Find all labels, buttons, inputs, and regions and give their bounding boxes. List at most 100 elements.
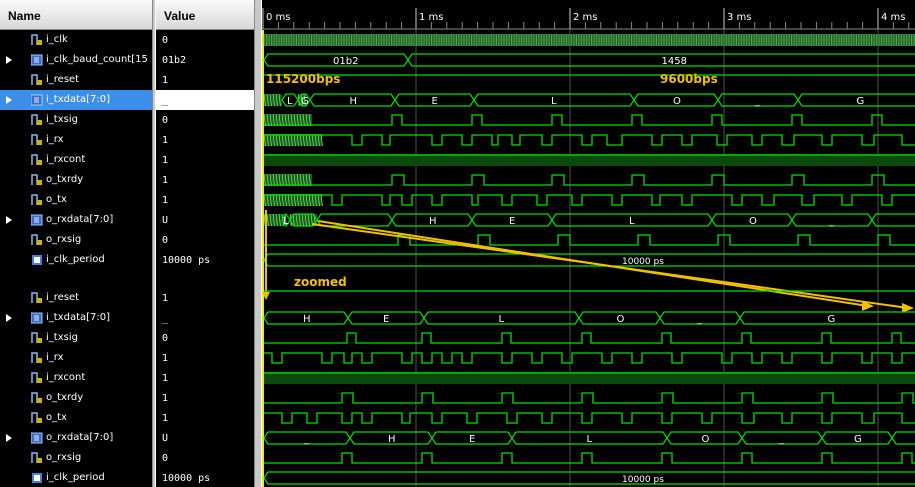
signal-row[interactable]: i_txsig bbox=[0, 328, 152, 348]
signal-row[interactable]: o_tx bbox=[0, 408, 152, 428]
pane-splitter[interactable] bbox=[254, 0, 262, 487]
signal-serial-wave bbox=[264, 352, 915, 364]
tick-label: 3 ms bbox=[727, 12, 752, 23]
signal-row[interactable]: i_reset bbox=[0, 70, 152, 90]
signal-pulse-train bbox=[264, 234, 915, 246]
bus-value-label: E bbox=[469, 434, 475, 445]
bit-signal-icon bbox=[31, 114, 42, 126]
signal-serial-wave bbox=[264, 134, 915, 146]
signal-row[interactable]: o_txrdy bbox=[0, 170, 152, 190]
bus-segment bbox=[891, 431, 915, 445]
signal-value: 1 bbox=[162, 135, 169, 146]
signal-name: i_clk_period bbox=[46, 472, 105, 483]
bit-signal-icon bbox=[31, 392, 42, 404]
signal-row[interactable]: i_rx bbox=[0, 348, 152, 368]
bus-segment bbox=[263, 253, 915, 267]
bus-value-label: E bbox=[432, 96, 438, 107]
signal-value: 10000 ps bbox=[162, 255, 211, 266]
signal-value: 0 bbox=[162, 453, 169, 464]
signal-row[interactable]: i_clk_baud_count[15 bbox=[0, 50, 152, 70]
signal-pulse-train bbox=[264, 332, 915, 344]
signal-name: i_clk bbox=[46, 34, 68, 45]
bus-value-label: _ bbox=[754, 96, 761, 107]
waveform-canvas[interactable]: 0 ms 1 ms 2 ms 3 ms 4 ms 01b2 1458 115200bps 960… bbox=[262, 0, 915, 487]
expand-arrow-icon[interactable] bbox=[6, 314, 12, 322]
signal-row[interactable]: i_txsig bbox=[0, 110, 152, 130]
bus-signal-icon bbox=[30, 94, 43, 106]
signal-name: i_reset bbox=[46, 292, 80, 303]
signal-row[interactable]: i_rxcont bbox=[0, 150, 152, 170]
bus-value-label: O bbox=[702, 434, 710, 445]
signal-pulse-train bbox=[264, 452, 915, 464]
signal-row[interactable]: i_reset bbox=[0, 288, 152, 308]
bus-value-label: L bbox=[283, 216, 289, 227]
signal-value: 1 bbox=[162, 373, 169, 384]
bus-value-label: G bbox=[301, 96, 309, 107]
expand-arrow-icon[interactable] bbox=[6, 216, 12, 224]
bus-value-label: H bbox=[429, 216, 437, 227]
signal-row[interactable]: o_rxsig bbox=[0, 230, 152, 250]
bus-signal-icon bbox=[30, 312, 43, 324]
signal-name: o_rxsig bbox=[46, 452, 82, 463]
signal-pulse-train bbox=[264, 392, 915, 404]
signal-value: 1 bbox=[162, 75, 169, 86]
bit-signal-icon bbox=[31, 34, 42, 46]
signal-pulse-train bbox=[264, 174, 915, 186]
bus-value-label: E bbox=[383, 314, 389, 325]
signal-name: i_txdata[7:0] bbox=[46, 94, 111, 105]
signal-value: 0 bbox=[162, 333, 169, 344]
tick-label: 1 ms bbox=[419, 12, 444, 23]
signal-row[interactable]: i_clk bbox=[0, 30, 152, 50]
signal-row[interactable]: i_txdata[7:0] bbox=[0, 308, 152, 328]
signal-name: i_rxcont bbox=[46, 154, 86, 165]
signal-name: o_rxsig bbox=[46, 234, 82, 245]
signal-value: 01b2 bbox=[162, 55, 187, 66]
waveform-viewer: { "headers": {"name": "Name", "value": "… bbox=[0, 0, 915, 487]
rxcont-band-bottom bbox=[264, 372, 915, 384]
signal-name: i_rx bbox=[46, 134, 64, 145]
signal-value: 1 bbox=[162, 195, 169, 206]
signal-value: 1 bbox=[162, 155, 169, 166]
expand-arrow-icon[interactable] bbox=[6, 56, 12, 64]
bit-signal-icon bbox=[31, 194, 42, 206]
signal-row[interactable]: i_clk_period bbox=[0, 250, 152, 270]
signal-row[interactable]: o_rxdata[7:0] bbox=[0, 210, 152, 230]
signal-value: 1 bbox=[162, 413, 169, 424]
bit-signal-icon bbox=[31, 154, 42, 166]
signal-value: 1 bbox=[162, 353, 169, 364]
signal-row[interactable]: i_txdata[7:0] bbox=[0, 90, 152, 110]
expand-arrow-icon[interactable] bbox=[6, 96, 12, 104]
bus-value-label: O bbox=[749, 216, 757, 227]
value-column-header[interactable]: Value bbox=[156, 0, 254, 30]
signal-row[interactable]: i_clk_period bbox=[0, 468, 152, 487]
signal-value: 1 bbox=[162, 175, 169, 186]
bit-signal-icon bbox=[31, 332, 42, 344]
bus-value-label: _ bbox=[778, 434, 785, 445]
signal-name: i_txsig bbox=[46, 114, 78, 125]
signal-row[interactable]: o_rxsig bbox=[0, 448, 152, 468]
signal-name: o_txrdy bbox=[46, 174, 84, 185]
signal-row[interactable]: i_rx bbox=[0, 130, 152, 150]
parameter-icon bbox=[31, 472, 42, 484]
signal-name: o_txrdy bbox=[46, 392, 84, 403]
expand-arrow-icon[interactable] bbox=[6, 434, 12, 442]
signal-serial-wave bbox=[264, 194, 915, 206]
bus-value-label: G bbox=[857, 96, 865, 107]
signal-row[interactable]: i_rxcont bbox=[0, 368, 152, 388]
bus-value-label: O bbox=[673, 96, 681, 107]
signal-value: 0 bbox=[162, 115, 169, 126]
name-column-header[interactable]: Name bbox=[0, 0, 152, 30]
signal-row[interactable]: o_rxdata[7:0] bbox=[0, 428, 152, 448]
signal-name: i_txdata[7:0] bbox=[46, 312, 111, 323]
parameter-icon bbox=[31, 254, 42, 266]
bus-value-label: H bbox=[303, 314, 311, 325]
bus-value-label: H bbox=[350, 96, 358, 107]
rate-fast-annotation: 115200bps bbox=[266, 72, 340, 86]
zoomed-annotation: zoomed bbox=[294, 275, 347, 289]
bus-value-label: E bbox=[509, 216, 515, 227]
signal-row[interactable]: o_txrdy bbox=[0, 388, 152, 408]
signal-row[interactable]: o_tx bbox=[0, 190, 152, 210]
signal-value: _ bbox=[156, 90, 254, 110]
signal-name: o_tx bbox=[46, 412, 67, 423]
bus-value-label: L bbox=[499, 314, 505, 325]
